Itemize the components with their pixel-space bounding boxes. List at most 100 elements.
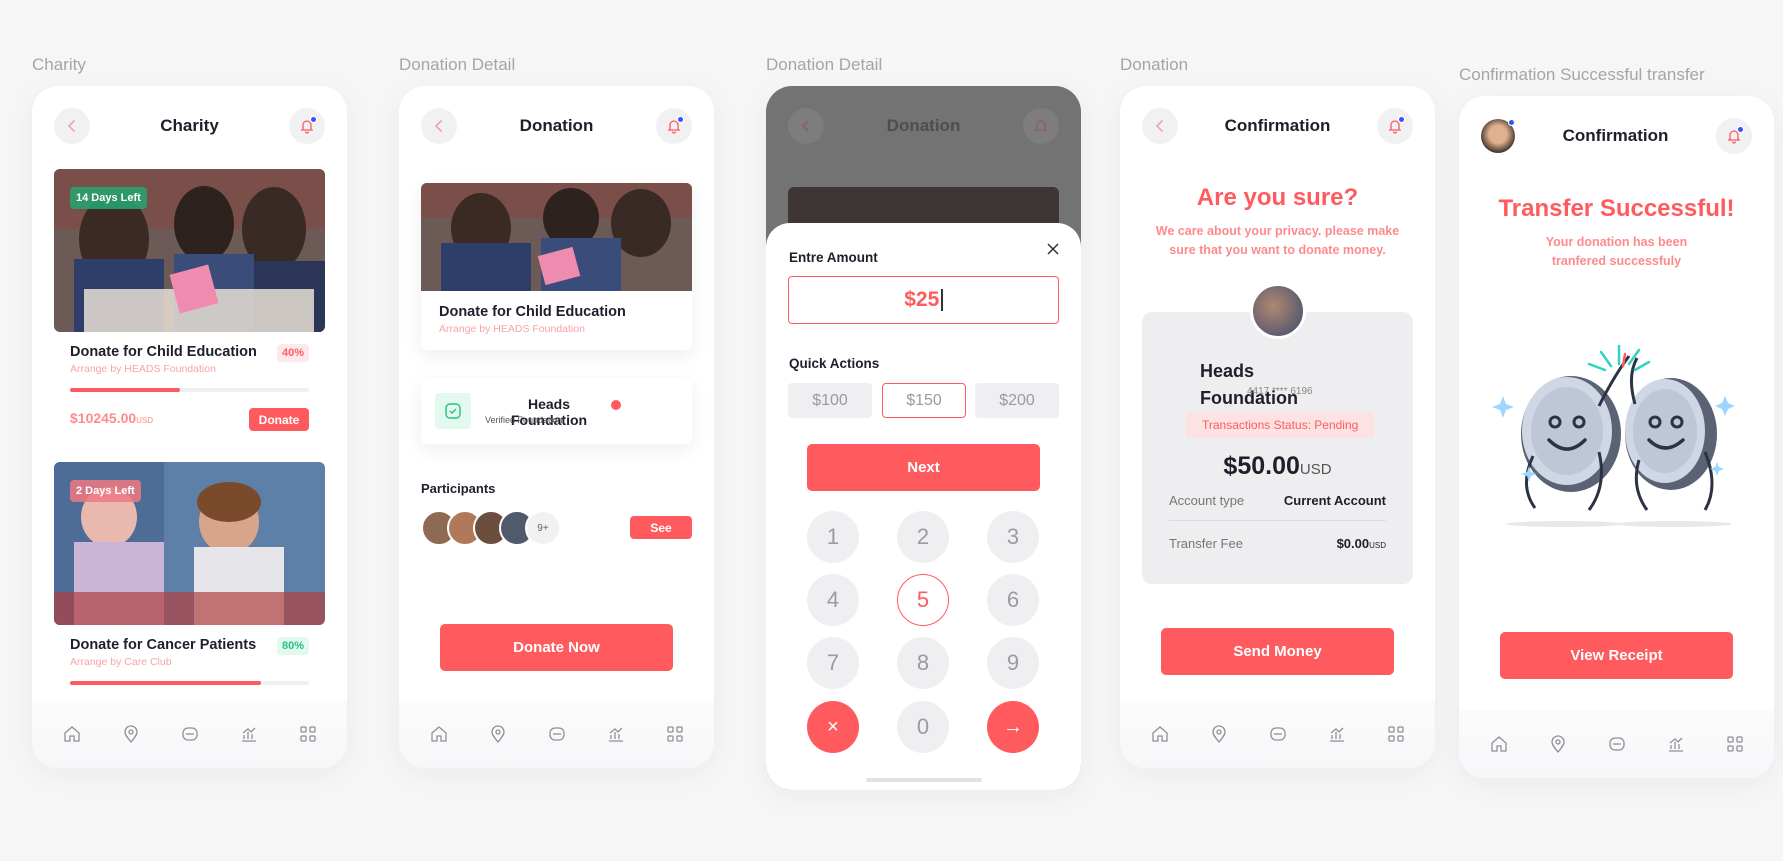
close-button[interactable] bbox=[1043, 239, 1063, 259]
quick-amount-100[interactable]: $100 bbox=[788, 383, 872, 418]
frame-label-donation-detail-1: Donation Detail bbox=[399, 55, 516, 74]
days-left-badge: 14 Days Left bbox=[70, 187, 147, 209]
donation-card-cancer-patients[interactable]: Donate for Cancer Patients Arrange by Ca… bbox=[54, 625, 325, 695]
account-number: 4417 **** 6196 bbox=[1247, 386, 1313, 397]
submit-arrow-key[interactable]: → bbox=[987, 701, 1039, 753]
see-participants-button[interactable]: See bbox=[630, 516, 692, 539]
amount-raised: $10245.00USD bbox=[70, 410, 154, 426]
charity-icon[interactable] bbox=[179, 723, 201, 745]
screen-charity: Charity 14 Days Left Donate for Child Ed… bbox=[32, 86, 347, 768]
frame-label-donation: Donation bbox=[1120, 55, 1189, 74]
divider bbox=[1169, 520, 1386, 521]
percent-badge: 80% bbox=[276, 637, 309, 655]
back-button[interactable] bbox=[54, 108, 90, 144]
chart-icon[interactable] bbox=[605, 723, 627, 745]
frame-label-charity: Charity bbox=[32, 55, 86, 74]
card-photo-children-reading[interactable]: 14 Days Left bbox=[54, 169, 325, 332]
grid-icon[interactable] bbox=[664, 723, 686, 745]
bottom-nav bbox=[1120, 700, 1435, 768]
home-icon[interactable] bbox=[1488, 733, 1510, 755]
header: Donation bbox=[788, 108, 1059, 144]
clear-key[interactable]: × bbox=[807, 701, 859, 753]
header: Charity bbox=[54, 108, 325, 144]
participants-label: Participants bbox=[421, 481, 496, 496]
quick-amount-150[interactable]: $150 bbox=[882, 383, 966, 418]
bottom-nav bbox=[32, 700, 347, 768]
quick-amount-200[interactable]: $200 bbox=[975, 383, 1059, 418]
donate-now-button[interactable]: Donate Now bbox=[440, 624, 673, 671]
back-button[interactable] bbox=[1142, 108, 1178, 144]
chart-icon[interactable] bbox=[238, 723, 260, 745]
home-icon[interactable] bbox=[428, 723, 450, 745]
key-6[interactable]: 6 bbox=[987, 574, 1039, 626]
location-icon[interactable] bbox=[487, 723, 509, 745]
notification-button[interactable] bbox=[1023, 108, 1059, 144]
donation-card-child-education[interactable]: Donate for Child Education Arrange by HE… bbox=[54, 332, 325, 440]
notification-dot bbox=[309, 116, 317, 123]
transfer-fee-value: $0.00USD bbox=[1336, 536, 1386, 551]
key-8[interactable]: 8 bbox=[897, 637, 949, 689]
chevron-left-icon bbox=[434, 120, 442, 132]
charity-icon[interactable] bbox=[1267, 723, 1289, 745]
key-0[interactable]: 0 bbox=[897, 701, 949, 753]
location-icon[interactable] bbox=[1208, 723, 1230, 745]
bell-icon bbox=[1034, 120, 1048, 131]
location-icon[interactable] bbox=[1547, 733, 1569, 755]
text-caret bbox=[941, 289, 943, 311]
notification-button[interactable] bbox=[288, 108, 325, 144]
home-icon[interactable] bbox=[61, 723, 83, 745]
page-title: Charity bbox=[160, 116, 219, 135]
notification-button[interactable] bbox=[1716, 118, 1752, 154]
location-icon[interactable] bbox=[120, 723, 142, 745]
foundation-name: Heads Foundation bbox=[1200, 361, 1298, 408]
bottom-nav bbox=[1459, 710, 1774, 778]
next-button[interactable]: Next bbox=[807, 444, 1040, 491]
key-2[interactable]: 2 bbox=[897, 511, 949, 563]
home-icon[interactable] bbox=[1149, 723, 1171, 745]
days-left-badge: 2 Days Left bbox=[70, 480, 141, 502]
amount-value: $25 bbox=[904, 288, 940, 311]
quick-actions-label: Quick Actions bbox=[789, 356, 880, 371]
screen-confirmation: Confirmation Are you sure? We care about… bbox=[1120, 86, 1435, 768]
key-7[interactable]: 7 bbox=[807, 637, 859, 689]
confirm-subtext: We care about your privacy. please make … bbox=[1155, 224, 1400, 257]
grid-icon[interactable] bbox=[1724, 733, 1746, 755]
notification-button[interactable] bbox=[1377, 108, 1413, 144]
verified-badge-icon bbox=[611, 400, 621, 410]
charity-icon[interactable] bbox=[546, 723, 568, 745]
verified-label: Verified Foundation bbox=[485, 415, 563, 425]
grid-icon[interactable] bbox=[297, 723, 319, 745]
percent-badge: 40% bbox=[276, 344, 309, 362]
card-photo-hospital-children[interactable]: 2 Days Left bbox=[54, 462, 325, 625]
transaction-card: Heads Foundation 4417 **** 6196 Transact… bbox=[1142, 312, 1413, 584]
foundation-card[interactable]: Heads Foundation Verified Foundation bbox=[421, 378, 692, 444]
key-5[interactable]: 5 bbox=[897, 574, 949, 626]
key-1[interactable]: 1 bbox=[807, 511, 859, 563]
charity-icon[interactable] bbox=[1606, 733, 1628, 755]
donation-card: Donate for Child Education Arrange by HE… bbox=[421, 183, 692, 350]
back-button[interactable] bbox=[421, 108, 457, 144]
donate-button[interactable]: Donate bbox=[249, 408, 309, 431]
chart-icon[interactable] bbox=[1326, 723, 1348, 745]
home-indicator bbox=[866, 778, 982, 782]
key-9[interactable]: 9 bbox=[987, 637, 1039, 689]
back-button[interactable] bbox=[788, 108, 824, 144]
participants-avatars[interactable]: 9+ bbox=[421, 510, 571, 546]
card-title: Donate for Cancer Patients bbox=[70, 637, 257, 653]
grid-icon[interactable] bbox=[1385, 723, 1407, 745]
notification-button[interactable] bbox=[656, 108, 692, 144]
progress-bar bbox=[70, 388, 309, 392]
view-receipt-button[interactable]: View Receipt bbox=[1500, 632, 1733, 679]
amount-label: Entre Amount bbox=[789, 250, 878, 265]
amount-input[interactable]: $25 bbox=[788, 276, 1059, 324]
key-3[interactable]: 3 bbox=[987, 511, 1039, 563]
chart-icon[interactable] bbox=[1665, 733, 1687, 755]
key-4[interactable]: 4 bbox=[807, 574, 859, 626]
account-type-value: Current Account bbox=[1283, 493, 1386, 508]
send-money-button[interactable]: Send Money bbox=[1161, 628, 1394, 675]
bottom-nav bbox=[399, 700, 714, 768]
frame-label-confirmation-success: Confirmation Successful transfer bbox=[1459, 65, 1705, 84]
chevron-left-icon bbox=[67, 120, 75, 132]
chevron-left-icon bbox=[801, 120, 809, 132]
user-avatar[interactable] bbox=[1481, 119, 1515, 153]
